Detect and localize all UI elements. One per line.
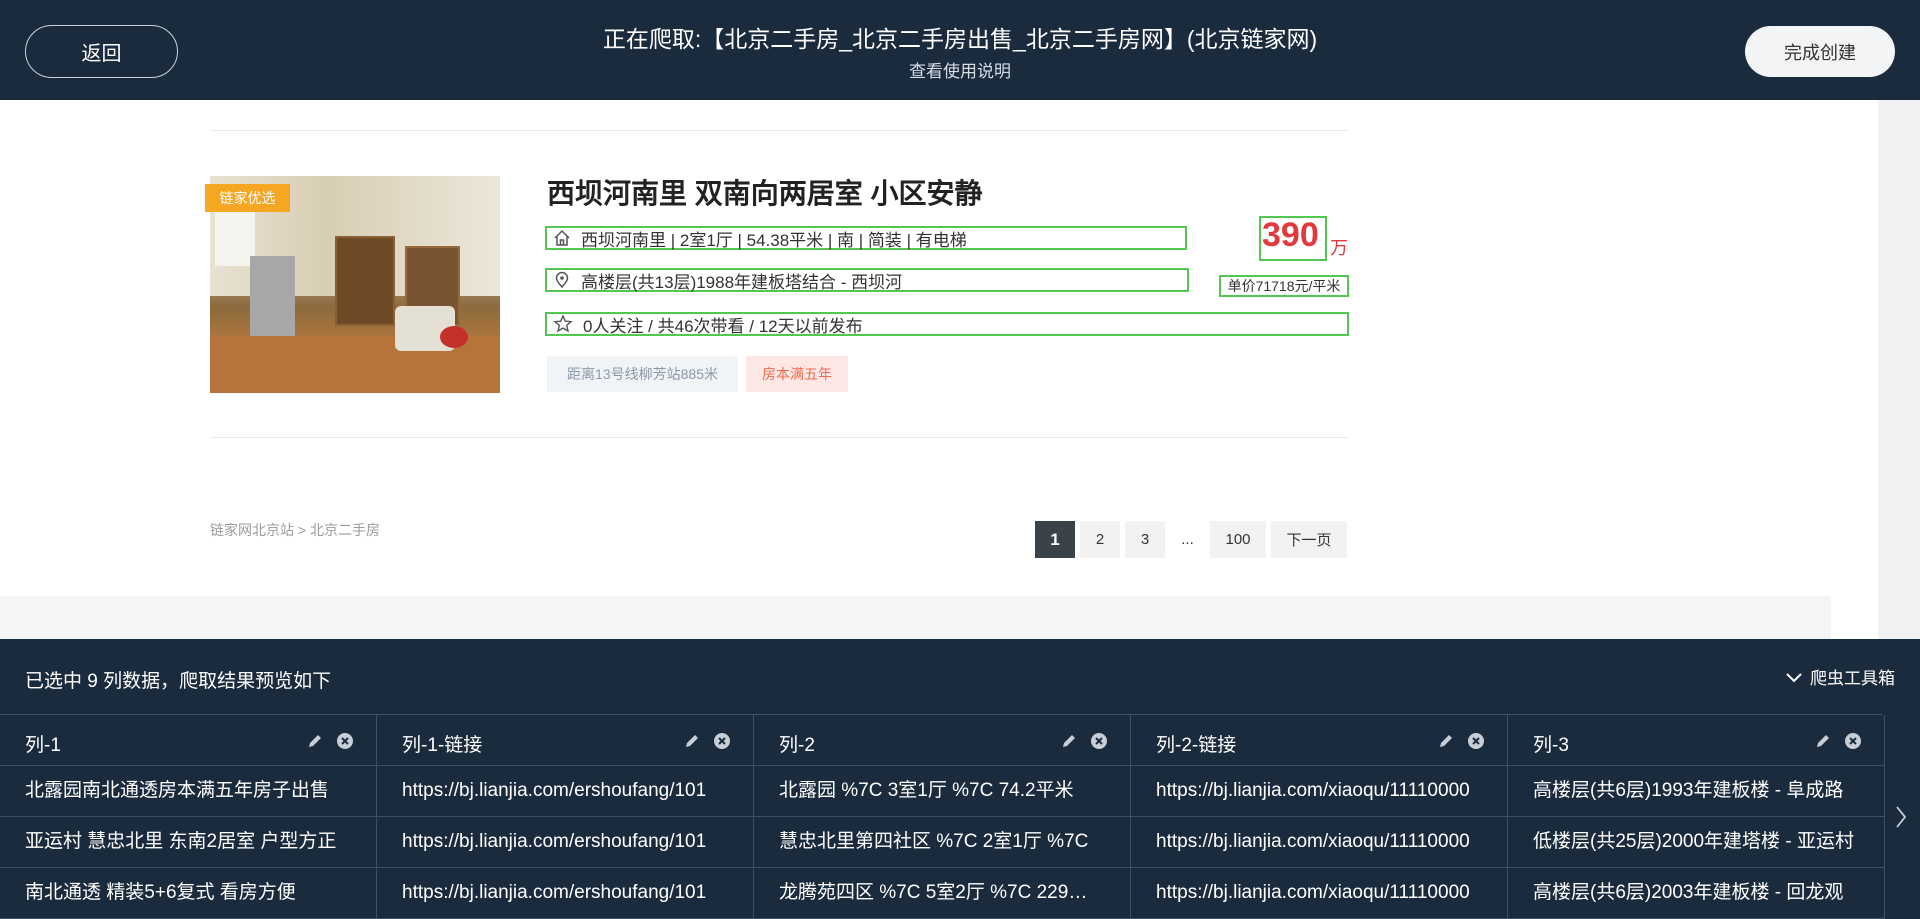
column-header: 列-3 bbox=[1508, 715, 1884, 766]
preview-column: 列-3 高楼层(共6层)1993年建板楼 - 阜成路 低楼层(共25层)2000… bbox=[1508, 715, 1885, 919]
finish-create-button[interactable]: 完成创建 bbox=[1745, 26, 1895, 77]
breadcrumb-section[interactable]: 北京二手房 bbox=[310, 522, 380, 538]
close-circle-icon[interactable] bbox=[1090, 732, 1108, 750]
house-info-selected[interactable]: 西坝河南里 | 2室1厅 | 54.38平米 | 南 | 简装 | 有电梯 bbox=[545, 226, 1187, 250]
page-100-button[interactable]: 100 bbox=[1210, 521, 1266, 558]
breadcrumb: 链家网北京站 > 北京二手房 bbox=[210, 520, 380, 540]
selection-status: 已选中 9 列数据，爬取结果预览如下 bbox=[25, 671, 332, 692]
pencil-icon[interactable] bbox=[1060, 732, 1078, 750]
total-price: 390 bbox=[1262, 216, 1319, 254]
photo-chair bbox=[440, 326, 468, 348]
house-icon bbox=[554, 229, 570, 246]
toolbox-label: 爬虫工具箱 bbox=[1810, 669, 1895, 688]
page-3-button[interactable]: 3 bbox=[1125, 521, 1165, 558]
unit-price: 单价71718元/平米 bbox=[1227, 278, 1341, 294]
location-pin-icon bbox=[555, 271, 569, 289]
table-cell: 高楼层(共6层)2003年建板楼 - 回龙观 bbox=[1508, 868, 1884, 919]
table-cell: 高楼层(共6层)1993年建板楼 - 阜成路 bbox=[1508, 766, 1884, 817]
table-cell: 龙腾苑四区 %7C 5室2厅 %7C 229平米 bbox=[754, 868, 1130, 919]
follow-info-selected[interactable]: 0人关注 / 共46次带看 / 12天以前发布 bbox=[545, 312, 1349, 336]
table-cell: https://bj.lianjia.com/xiaoqu/11110000 bbox=[1131, 868, 1507, 919]
column-header: 列-1 bbox=[0, 715, 376, 766]
table-cell: 低楼层(共25层)2000年建塔楼 - 亚运村 bbox=[1508, 817, 1884, 868]
table-cell: https://bj.lianjia.com/ershoufang/101 bbox=[377, 766, 753, 817]
premium-badge: 链家优选 bbox=[205, 184, 290, 212]
page-2-button[interactable]: 2 bbox=[1080, 521, 1120, 558]
table-cell: https://bj.lianjia.com/xiaoqu/11110000 bbox=[1131, 817, 1507, 868]
scroll-right-button[interactable] bbox=[1882, 714, 1920, 919]
chevron-down-icon bbox=[1786, 672, 1802, 682]
column-name: 列-1 bbox=[25, 735, 61, 756]
page-scrollbar[interactable] bbox=[1878, 100, 1920, 639]
page-ellipsis: ... bbox=[1181, 531, 1194, 548]
breadcrumb-separator: > bbox=[297, 522, 307, 538]
close-circle-icon[interactable] bbox=[336, 732, 354, 750]
price-unit: 万 bbox=[1330, 238, 1348, 258]
chevron-right-icon bbox=[1896, 805, 1907, 828]
column-name: 列-2-链接 bbox=[1156, 735, 1237, 756]
position-info-selected[interactable]: 高楼层(共13层)1988年建板塔结合 - 西坝河 bbox=[545, 268, 1189, 292]
close-circle-icon[interactable] bbox=[1467, 732, 1485, 750]
pencil-icon[interactable] bbox=[683, 732, 701, 750]
five-year-tag: 房本满五年 bbox=[746, 356, 848, 392]
subway-tag: 距离13号线柳芳站885米 bbox=[547, 356, 738, 392]
preview-column: 列-2-链接 https://bj.lianjia.com/xiaoqu/111… bbox=[1131, 715, 1508, 919]
table-cell: 慧忠北里第四社区 %7C 2室1厅 %7C bbox=[754, 817, 1130, 868]
preview-column: 列-1 北露园南北通透房本满五年房子出售 亚运村 慧忠北里 东南2居室 户型方正… bbox=[0, 715, 377, 919]
preview-column: 列-1-链接 https://bj.lianjia.com/ershoufang… bbox=[377, 715, 754, 919]
crawl-title: 正在爬取:【北京二手房_北京二手房出售_北京二手房网】(北京链家网) bbox=[602, 26, 1318, 52]
preview-table: 列-1 北露园南北通透房本满五年房子出售 亚运村 慧忠北里 东南2居室 户型方正… bbox=[0, 714, 1885, 919]
help-link[interactable]: 查看使用说明 bbox=[0, 57, 1920, 82]
page-1-button[interactable]: 1 bbox=[1035, 521, 1075, 558]
close-circle-icon[interactable] bbox=[1844, 732, 1862, 750]
follow-info-text: 0人关注 / 共46次带看 / 12天以前发布 bbox=[583, 316, 863, 336]
table-cell: https://bj.lianjia.com/ershoufang/101 bbox=[377, 817, 753, 868]
close-circle-icon[interactable] bbox=[713, 732, 731, 750]
table-cell: 亚运村 慧忠北里 东南2居室 户型方正 bbox=[0, 817, 376, 868]
pencil-icon[interactable] bbox=[306, 732, 324, 750]
divider bbox=[210, 130, 1348, 131]
pencil-icon[interactable] bbox=[1814, 732, 1832, 750]
photo-cabinet bbox=[335, 236, 395, 326]
table-cell: 南北通透 精装5+6复式 看房方便 bbox=[0, 868, 376, 919]
column-header: 列-2-链接 bbox=[1131, 715, 1507, 766]
column-name: 列-3 bbox=[1533, 735, 1569, 756]
next-page-button[interactable]: 下一页 bbox=[1271, 521, 1347, 558]
listing-title[interactable]: 西坝河南里 双南向两居室 小区安静 bbox=[547, 172, 983, 212]
table-cell: 北露园南北通透房本满五年房子出售 bbox=[0, 766, 376, 817]
page-footer-band bbox=[0, 596, 1831, 639]
table-cell: https://bj.lianjia.com/xiaoqu/11110000 bbox=[1131, 766, 1507, 817]
crawler-toolbox-toggle[interactable]: 爬虫工具箱 bbox=[1784, 664, 1895, 689]
table-cell: https://bj.lianjia.com/ershoufang/101 bbox=[377, 868, 753, 919]
star-icon bbox=[553, 314, 573, 333]
table-cell: 北露园 %7C 3室1厅 %7C 74.2平米 bbox=[754, 766, 1130, 817]
pencil-icon[interactable] bbox=[1437, 732, 1455, 750]
top-bar: 返回 正在爬取:【北京二手房_北京二手房出售_北京二手房网】(北京链家网) 查看… bbox=[0, 0, 1920, 100]
column-name: 列-2 bbox=[779, 735, 815, 756]
divider bbox=[210, 437, 1348, 438]
column-header: 列-1-链接 bbox=[377, 715, 753, 766]
column-header: 列-2 bbox=[754, 715, 1130, 766]
unit-price-selected[interactable]: 单价71718元/平米 bbox=[1219, 275, 1349, 297]
column-name: 列-1-链接 bbox=[402, 735, 483, 756]
position-info-text: 高楼层(共13层)1988年建板塔结合 - 西坝河 bbox=[581, 272, 903, 292]
preview-column: 列-2 北露园 %7C 3室1厅 %7C 74.2平米 慧忠北里第四社区 %7C… bbox=[754, 715, 1131, 919]
breadcrumb-site[interactable]: 链家网北京站 bbox=[210, 522, 294, 538]
house-info-text: 西坝河南里 | 2室1厅 | 54.38平米 | 南 | 简装 | 有电梯 bbox=[581, 230, 967, 250]
